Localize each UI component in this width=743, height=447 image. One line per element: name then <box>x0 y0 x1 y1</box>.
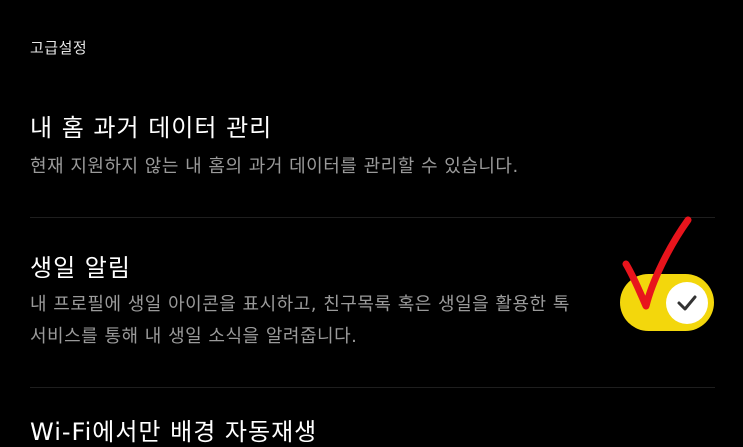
birthday-notification-toggle[interactable] <box>620 274 714 331</box>
setting-description: 내 프로필에 생일 아이콘을 표시하고, 친구목록 혹은 생일을 활용한 톡 서… <box>30 294 570 347</box>
setting-row-birthday-notification: 생일 알림 내 프로필에 생일 아이콘을 표시하고, 친구목록 혹은 생일을 활… <box>30 248 715 353</box>
setting-row-past-home-data[interactable]: 내 홈 과거 데이터 관리 현재 지원하지 않는 내 홈의 과거 데이터를 관리… <box>30 108 715 183</box>
divider <box>30 387 715 388</box>
section-title-advanced-settings: 고급설정 <box>30 39 88 57</box>
checkmark-icon <box>677 295 697 311</box>
setting-title: 생일 알림 <box>30 254 131 282</box>
setting-title: 내 홈 과거 데이터 관리 <box>30 114 273 142</box>
setting-description: 현재 지원하지 않는 내 홈의 과거 데이터를 관리할 수 있습니다. <box>30 156 519 177</box>
setting-title: Wi-Fi에서만 배경 자동재생 <box>30 418 318 446</box>
toggle-knob <box>666 282 708 324</box>
divider <box>30 217 715 218</box>
setting-row-wifi-background-autoplay[interactable]: Wi-Fi에서만 배경 자동재생 <box>30 412 715 447</box>
